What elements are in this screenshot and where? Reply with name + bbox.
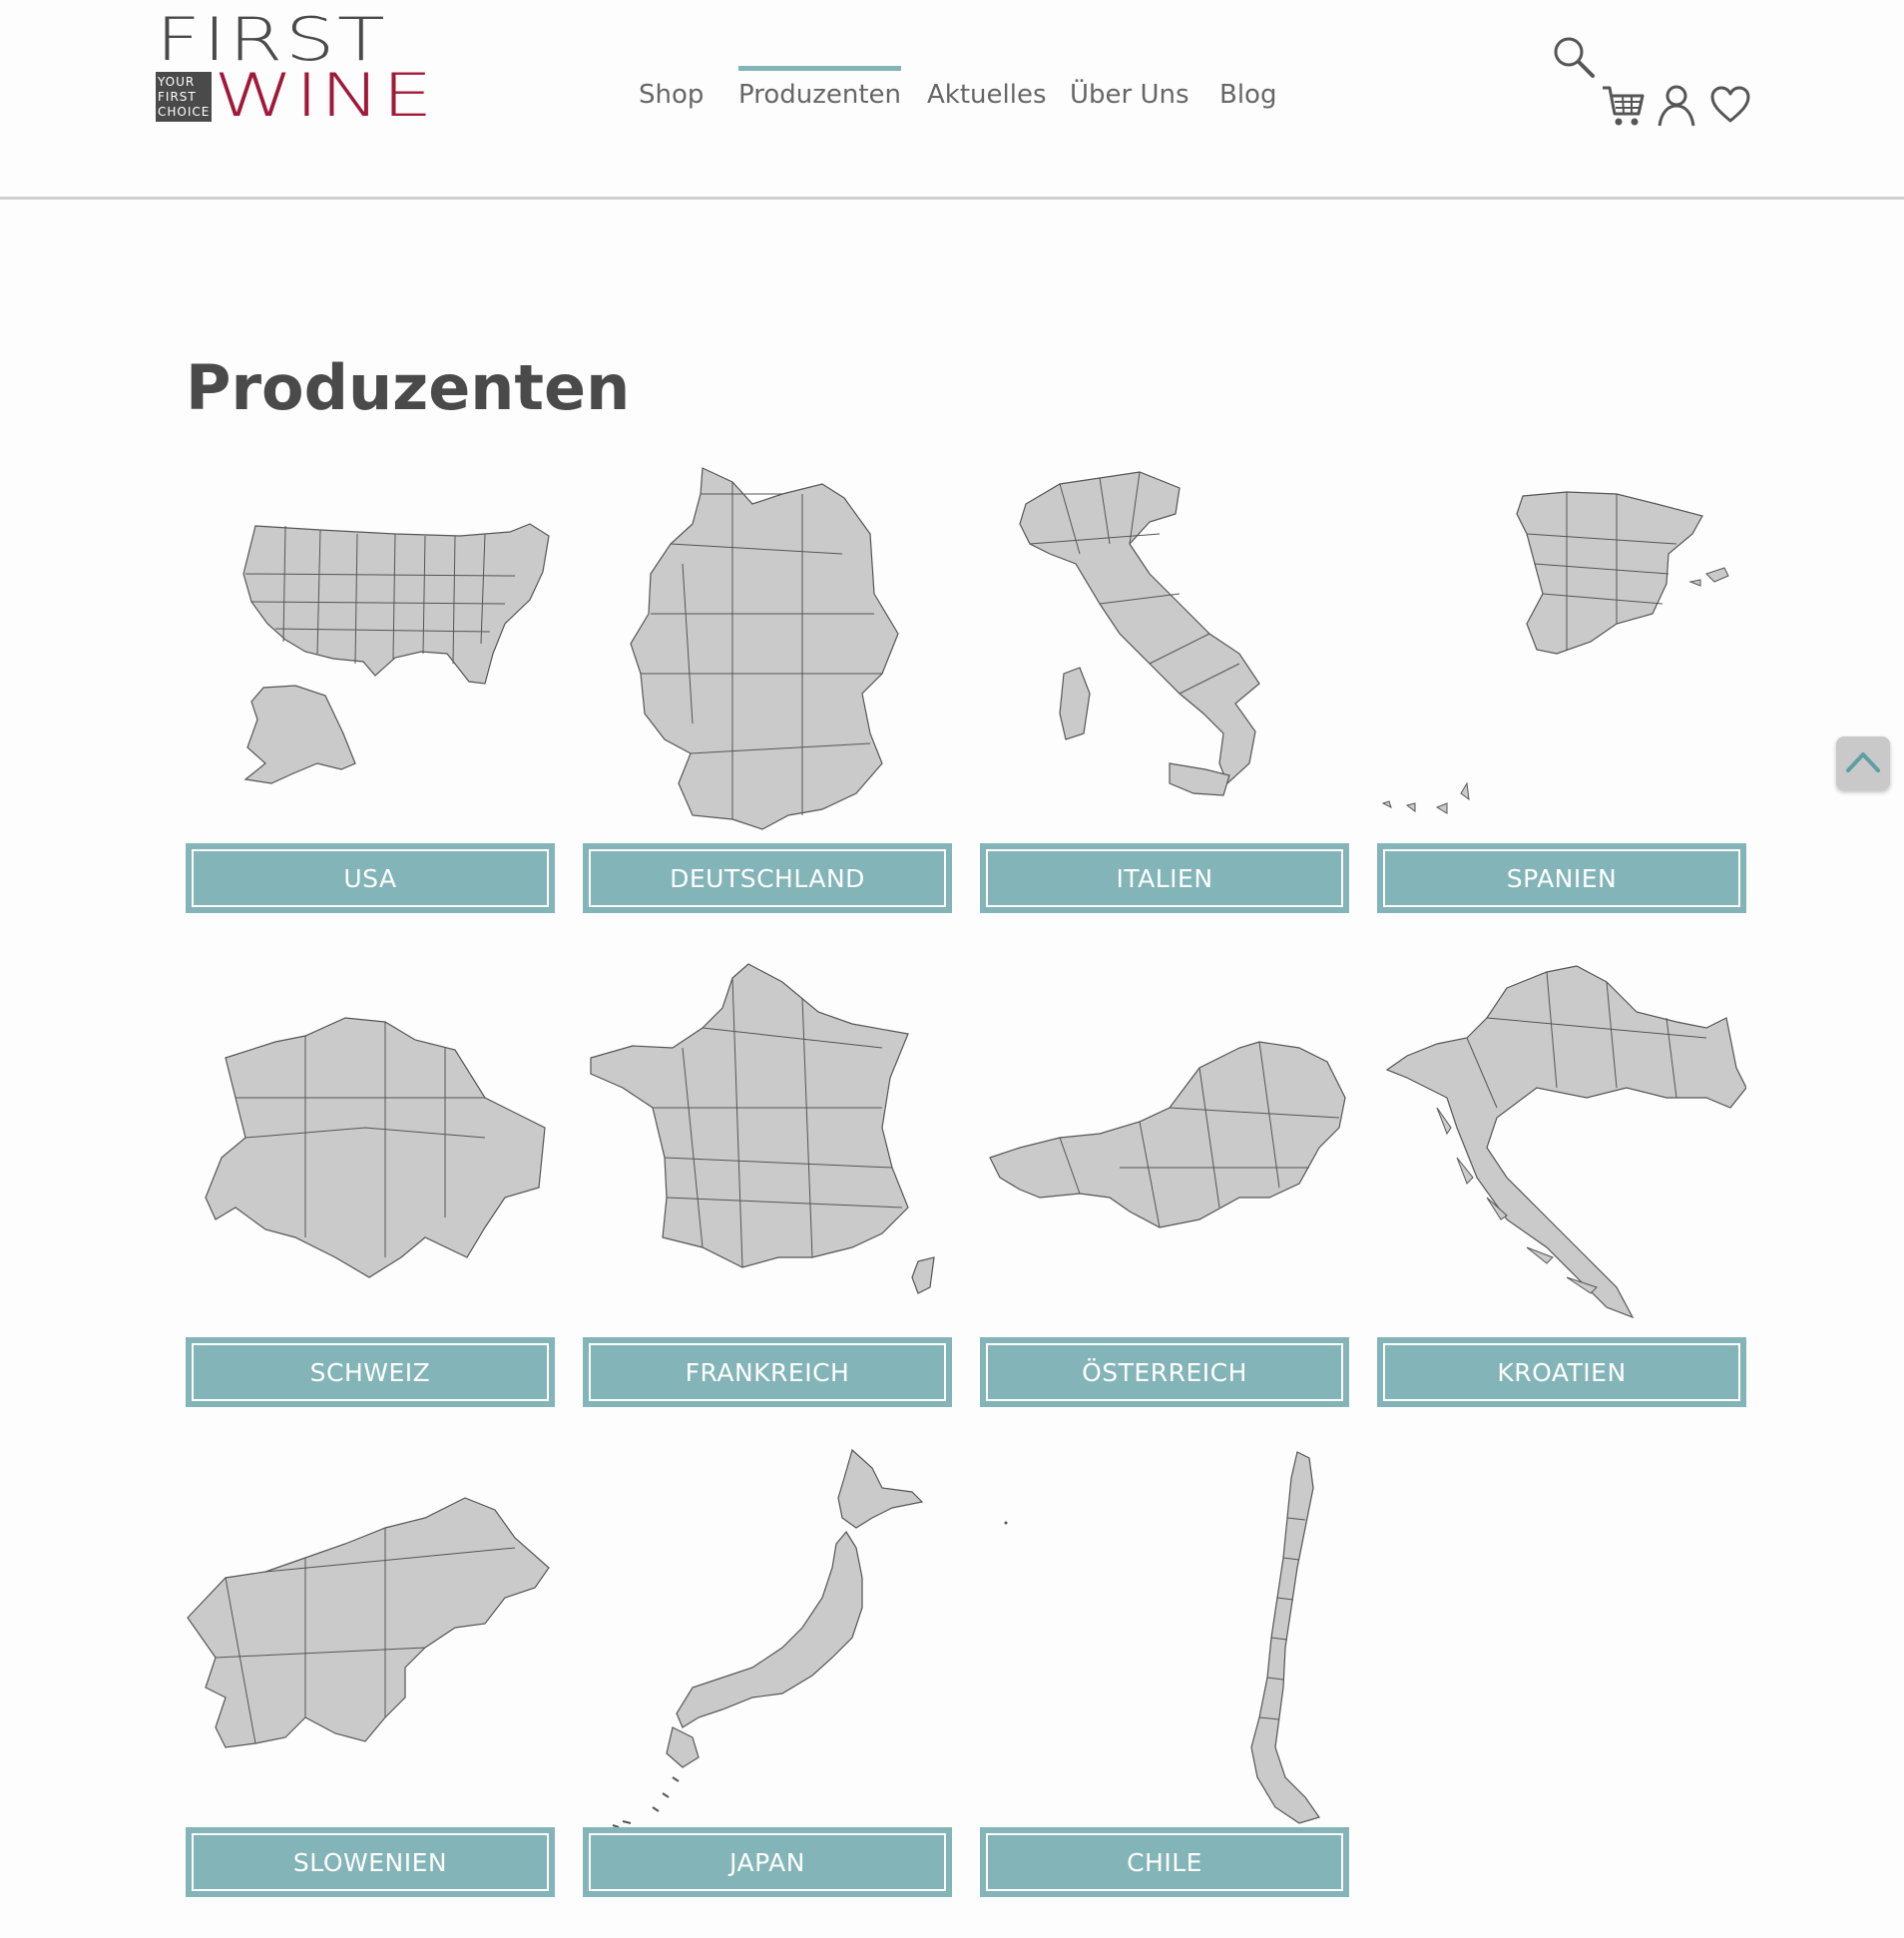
country-card-japan: JAPAN <box>583 1448 952 1907</box>
user-icon[interactable] <box>1657 84 1696 128</box>
country-button-japan[interactable]: JAPAN <box>583 1827 952 1897</box>
nav-aktuelles[interactable]: Aktuelles <box>927 80 1047 110</box>
page-title: Produzenten <box>186 351 631 424</box>
country-button-kroatien[interactable]: KROATIEN <box>1377 1337 1746 1407</box>
country-button-schweiz[interactable]: SCHWEIZ <box>186 1337 555 1407</box>
chile-map[interactable] <box>980 1448 1349 1827</box>
country-card-usa: USA <box>186 464 555 923</box>
country-button-italien[interactable]: ITALIEN <box>980 843 1349 913</box>
country-card-schweiz: SCHWEIZ <box>186 958 555 1417</box>
country-button-chile[interactable]: CHILE <box>980 1827 1349 1897</box>
country-card-italien: ITALIEN <box>980 464 1349 923</box>
italien-map[interactable] <box>980 464 1349 843</box>
country-button-usa[interactable]: USA <box>186 843 555 913</box>
frankreich-map[interactable] <box>583 958 952 1337</box>
logo[interactable]: FIRST YOUR FIRST CHOICE WINE <box>156 10 433 126</box>
chevron-up-icon <box>1846 752 1880 772</box>
nav-shop[interactable]: Shop <box>639 80 704 110</box>
nav-ueber-uns[interactable]: Über Uns <box>1070 80 1190 110</box>
country-card-kroatien: KROATIEN <box>1377 958 1746 1417</box>
country-card-slowenien: SLOWENIEN <box>186 1448 555 1907</box>
deutschland-map[interactable] <box>583 464 952 843</box>
nav-produzenten[interactable]: Produzenten <box>738 66 902 110</box>
country-card-frankreich: FRANKREICH <box>583 958 952 1417</box>
site-header: FIRST YOUR FIRST CHOICE WINE Shop Produz… <box>0 0 1904 200</box>
scroll-to-top-button[interactable] <box>1836 736 1890 790</box>
search-icon[interactable] <box>1553 36 1597 80</box>
country-card-spanien: SPANIEN <box>1377 464 1746 923</box>
oesterreich-map[interactable] <box>980 958 1349 1337</box>
schweiz-map[interactable] <box>186 958 555 1337</box>
slowenien-map[interactable] <box>186 1448 555 1827</box>
cart-icon[interactable] <box>1601 84 1645 128</box>
logo-wine-text: WINE <box>214 61 435 131</box>
country-button-frankreich[interactable]: FRANKREICH <box>583 1337 952 1407</box>
country-button-slowenien[interactable]: SLOWENIEN <box>186 1827 555 1897</box>
spanien-map[interactable] <box>1377 464 1746 843</box>
country-card-chile: CHILE <box>980 1448 1349 1907</box>
kroatien-map[interactable] <box>1377 958 1746 1337</box>
usa-map[interactable] <box>186 464 555 843</box>
nav-blog[interactable]: Blog <box>1219 80 1276 110</box>
japan-map[interactable] <box>583 1448 952 1827</box>
country-card-oesterreich: ÖSTERREICH <box>980 958 1349 1417</box>
logo-tagline: YOUR FIRST CHOICE <box>156 72 212 122</box>
country-button-oesterreich[interactable]: ÖSTERREICH <box>980 1337 1349 1407</box>
country-button-spanien[interactable]: SPANIEN <box>1377 843 1746 913</box>
country-card-deutschland: DEUTSCHLAND <box>583 464 952 923</box>
heart-icon[interactable] <box>1710 86 1750 124</box>
country-button-deutschland[interactable]: DEUTSCHLAND <box>583 843 952 913</box>
